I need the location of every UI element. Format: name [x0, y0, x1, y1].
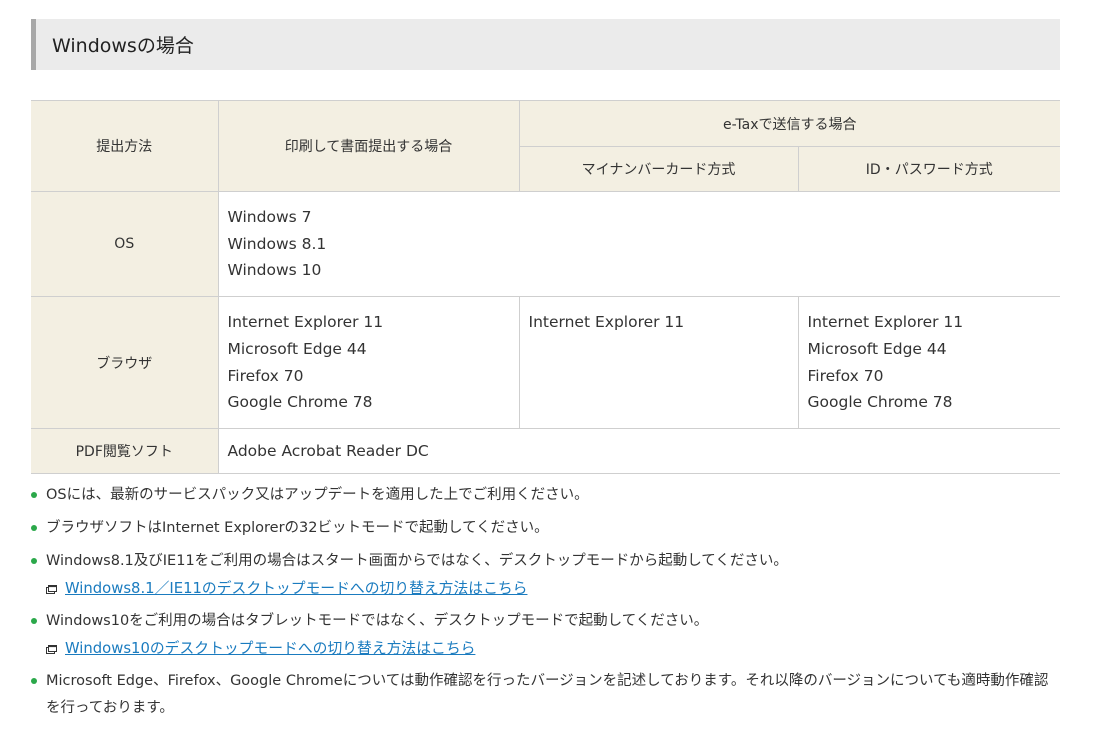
new-window-icon	[46, 645, 57, 654]
table-row-os: OS Windows 7 Windows 8.1 Windows 10	[31, 190, 1061, 298]
bullet-dot-icon	[31, 525, 37, 531]
page: Windowsの場合 提出方法 印刷して書面提出する場合 e-Taxで送信する場…	[0, 0, 1100, 742]
row-label-os: OS	[31, 190, 219, 298]
desktop-mode-link-win10[interactable]: Windows10のデスクトップモードへの切り替え方法はこちら	[65, 635, 475, 662]
browser-value: Microsoft Edge 44	[807, 339, 947, 358]
list-item: OSには、最新のサービスパック又はアップデートを適用した上でご利用ください。	[31, 482, 1060, 509]
list-item: Microsoft Edge、Firefox、Google Chromeについて…	[31, 668, 1060, 722]
os-value: Windows 7	[227, 208, 312, 226]
note-text: ブラウザソフトはInternet Explorerの32ビットモードで起動してく…	[46, 520, 549, 536]
bullet-dot-icon	[31, 618, 37, 624]
bullet-dot-icon	[31, 678, 37, 684]
row-label-pdf: PDF閲覧ソフト	[31, 427, 219, 474]
header-submission-method: 提出方法	[31, 100, 219, 192]
list-item: Windows8.1及びIE11をご利用の場合はスタート画面からではなく、デスク…	[31, 548, 1060, 602]
browser-value: Internet Explorer 11	[807, 313, 964, 332]
new-window-icon	[46, 585, 57, 594]
row-label-browser: ブラウザ	[31, 296, 219, 429]
browser-value: Internet Explorer 11	[227, 313, 384, 332]
browser-value: Microsoft Edge 44	[227, 339, 367, 358]
os-values: Windows 7 Windows 8.1 Windows 10	[217, 190, 1061, 298]
link-line: Windows8.1／IE11のデスクトップモードへの切り替え方法はこちら	[46, 575, 1060, 602]
header-print-submission: 印刷して書面提出する場合	[217, 100, 520, 192]
browser-print-values: Internet Explorer 11 Microsoft Edge 44 F…	[217, 296, 520, 429]
browser-mynumber-values: Internet Explorer 11	[518, 296, 799, 429]
note-text: Windows10をご利用の場合はタブレットモードではなく、デスクトップモードで…	[46, 613, 709, 629]
section-title: Windowsの場合	[31, 19, 1060, 70]
browser-value: Internet Explorer 11	[528, 313, 685, 332]
list-item: ブラウザソフトはInternet Explorerの32ビットモードで起動してく…	[31, 515, 1060, 542]
pdf-value: Adobe Acrobat Reader DC	[217, 427, 1061, 474]
header-etax: e-Taxで送信する場合	[518, 100, 1061, 147]
os-value: Windows 10	[227, 261, 322, 280]
header-mynumber-card: マイナンバーカード方式	[519, 146, 799, 192]
browser-value: Google Chrome 78	[227, 393, 373, 412]
requirements-table: 提出方法 印刷して書面提出する場合 e-Taxで送信する場合 マイナンバーカード…	[31, 100, 1061, 474]
notes-list: OSには、最新のサービスパック又はアップデートを適用した上でご利用ください。 ブ…	[31, 482, 1060, 728]
header-id-password: ID・パスワード方式	[797, 146, 1061, 192]
table-row-browser: ブラウザ Internet Explorer 11 Microsoft Edge…	[31, 296, 1061, 429]
bullet-dot-icon	[31, 492, 37, 498]
os-value: Windows 8.1	[227, 234, 327, 253]
note-text: Windows8.1及びIE11をご利用の場合はスタート画面からではなく、デスク…	[46, 553, 788, 569]
list-item: Windows10をご利用の場合はタブレットモードではなく、デスクトップモードで…	[31, 608, 1060, 662]
table-row-pdf: PDF閲覧ソフト Adobe Acrobat Reader DC	[31, 427, 1061, 474]
browser-value: Firefox 70	[807, 366, 884, 385]
browser-idpass-values: Internet Explorer 11 Microsoft Edge 44 F…	[797, 296, 1061, 429]
note-text: OSには、最新のサービスパック又はアップデートを適用した上でご利用ください。	[46, 487, 589, 503]
browser-value: Firefox 70	[227, 366, 304, 385]
link-line: Windows10のデスクトップモードへの切り替え方法はこちら	[46, 635, 1060, 662]
desktop-mode-link-win81[interactable]: Windows8.1／IE11のデスクトップモードへの切り替え方法はこちら	[65, 575, 527, 602]
note-text: Microsoft Edge、Firefox、Google Chromeについて…	[46, 673, 1049, 716]
bullet-dot-icon	[31, 558, 37, 564]
browser-value: Google Chrome 78	[807, 393, 953, 412]
